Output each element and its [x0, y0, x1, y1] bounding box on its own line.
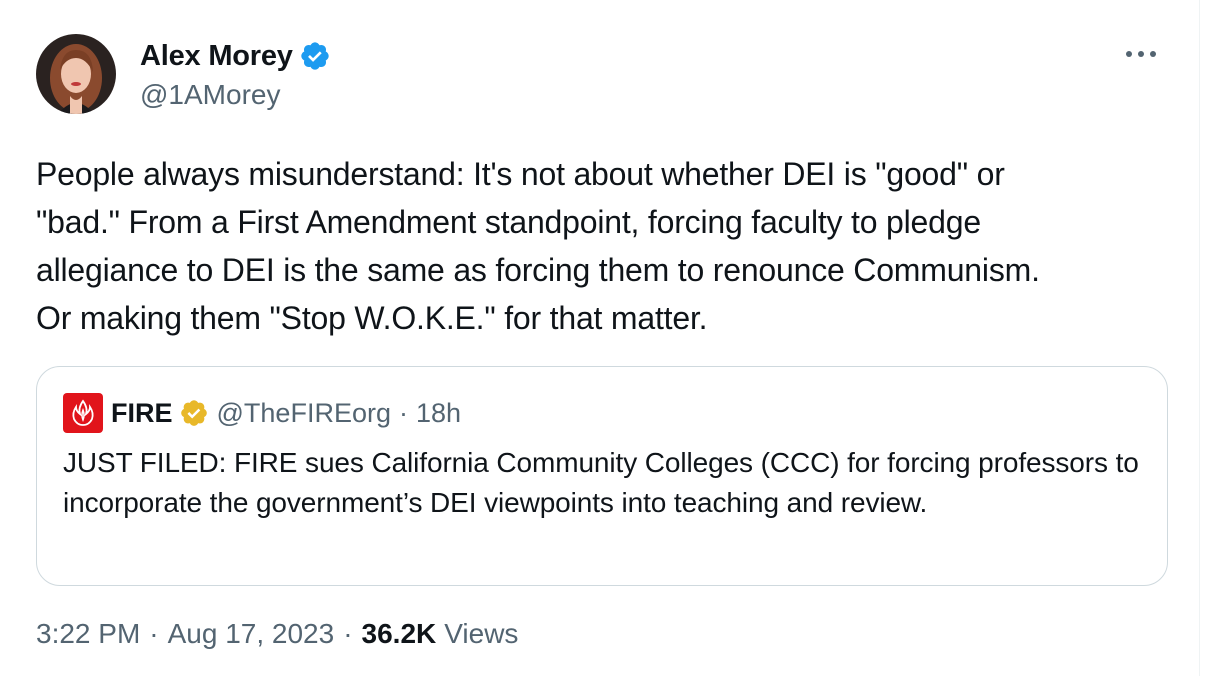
- more-horizontal-icon[interactable]: [1123, 42, 1159, 66]
- fire-logo-icon: [63, 393, 103, 433]
- separator-dot: ·: [149, 618, 159, 649]
- name-row: Alex Morey: [140, 37, 331, 75]
- separator-dot: ·: [343, 618, 353, 649]
- quoted-tweet-age[interactable]: 18h: [416, 398, 461, 429]
- quoted-author-handle[interactable]: @TheFIREorg: [217, 398, 391, 429]
- author-names: Alex Morey @1AMorey: [140, 34, 331, 114]
- tweet-timestamp-time[interactable]: 3:22 PM: [36, 618, 140, 650]
- tweet-timestamp-date[interactable]: Aug 17, 2023: [168, 618, 335, 650]
- quoted-author-name[interactable]: FIRE: [111, 398, 173, 429]
- quoted-tweet[interactable]: FIRE @TheFIREorg · 18h JUST FILED: FIRE …: [36, 366, 1168, 586]
- separator-dot: ·: [398, 397, 408, 428]
- tweet-header: Alex Morey @1AMorey: [36, 34, 331, 114]
- quoted-tweet-header: FIRE @TheFIREorg · 18h: [63, 393, 461, 433]
- tweet-card: Alex Morey @1AMorey People always misund…: [0, 0, 1200, 676]
- views-count[interactable]: 36.2K: [362, 618, 437, 650]
- views-label: Views: [444, 618, 519, 649]
- author-display-name[interactable]: Alex Morey: [140, 40, 293, 73]
- author-handle[interactable]: @1AMorey: [140, 79, 331, 111]
- quoted-tweet-text: JUST FILED: FIRE sues California Communi…: [63, 447, 1139, 518]
- tweet-text: People always misunderstand: It's not ab…: [36, 156, 1040, 336]
- gold-verified-badge-icon: [179, 398, 209, 428]
- verified-badge-icon[interactable]: [299, 40, 331, 72]
- tweet-meta: 3:22 PM · Aug 17, 2023 · 36.2K Views: [36, 618, 518, 650]
- avatar[interactable]: [36, 34, 116, 114]
